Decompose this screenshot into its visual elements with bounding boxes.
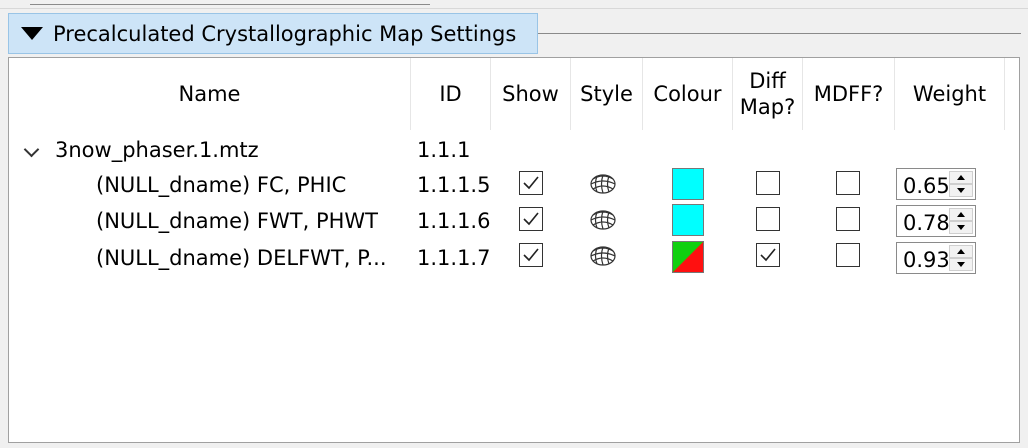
mesh-icon[interactable] <box>588 243 618 269</box>
mdff-checkbox[interactable] <box>836 207 860 231</box>
weight-spinbox[interactable]: 0.930 <box>896 242 976 274</box>
col-header-diff-line2: Map? <box>739 95 796 119</box>
col-header-id-label: ID <box>439 82 462 106</box>
show-checkbox[interactable] <box>519 171 543 195</box>
weight-spinbox[interactable]: 0.780 <box>896 205 976 237</box>
col-header-colour[interactable]: Colour <box>643 58 733 130</box>
parent-file-name[interactable]: 3now_phaser.1.mtz <box>55 138 259 162</box>
diff-map-checkbox[interactable] <box>756 171 780 195</box>
checkmark-icon <box>523 212 539 226</box>
row-name: (NULL_dname) FC, PHIC <box>96 173 347 197</box>
spin-up-icon[interactable] <box>949 245 973 258</box>
colour-swatch[interactable] <box>672 168 704 200</box>
col-header-style-label: Style <box>580 82 633 106</box>
col-header-mdff-label: MDFF? <box>813 82 884 106</box>
spin-up-icon[interactable] <box>949 208 973 221</box>
col-header-mdff[interactable]: MDFF? <box>803 58 895 130</box>
weight-spinbox[interactable]: 0.650 <box>896 168 976 200</box>
col-header-diff-map[interactable]: Diff Map? <box>733 58 803 130</box>
col-header-show-label: Show <box>502 82 559 106</box>
mesh-icon[interactable] <box>588 171 618 197</box>
col-header-id[interactable]: ID <box>411 58 491 130</box>
checkmark-icon <box>523 248 539 262</box>
colour-swatch[interactable] <box>672 204 704 236</box>
col-header-colour-label: Colour <box>653 82 722 106</box>
spin-up-icon[interactable] <box>949 171 973 184</box>
collapse-triangle-icon[interactable] <box>21 27 43 40</box>
top-strip <box>0 0 1028 9</box>
diff-map-checkbox[interactable] <box>756 207 780 231</box>
top-divider <box>30 0 430 5</box>
row-id: 1.1.1.7 <box>417 246 491 270</box>
col-header-name-label: Name <box>178 82 241 106</box>
spin-down-icon[interactable] <box>949 258 973 271</box>
map-settings-group-header[interactable]: Precalculated Crystallographic Map Setti… <box>8 13 538 54</box>
expand-chevron-icon[interactable] <box>23 141 40 158</box>
show-checkbox[interactable] <box>519 243 543 267</box>
checkmark-icon <box>760 248 776 262</box>
col-header-weight-label: Weight <box>912 82 987 106</box>
spin-down-icon[interactable] <box>949 184 973 197</box>
group-title: Precalculated Crystallographic Map Setti… <box>53 21 517 46</box>
parent-id: 1.1.1 <box>417 138 471 162</box>
row-name: (NULL_dname) FWT, PHWT <box>96 209 378 233</box>
row-id: 1.1.1.5 <box>417 173 491 197</box>
show-checkbox[interactable] <box>519 207 543 231</box>
header-rule <box>538 33 1021 34</box>
col-header-name[interactable]: Name <box>9 58 411 130</box>
col-header-diff-line1: Diff <box>749 69 786 93</box>
col-header-weight[interactable]: Weight <box>895 58 1005 130</box>
spin-down-icon[interactable] <box>949 221 973 234</box>
diff-map-checkbox[interactable] <box>756 243 780 267</box>
colour-swatch[interactable] <box>672 241 704 273</box>
col-header-style[interactable]: Style <box>571 58 643 130</box>
mdff-checkbox[interactable] <box>836 171 860 195</box>
col-header-show[interactable]: Show <box>491 58 571 130</box>
mesh-icon[interactable] <box>588 207 618 233</box>
map-settings-table: Name ID Show Style Colour Diff Map? MDFF… <box>8 57 1020 443</box>
row-name: (NULL_dname) DELFWT, P... <box>96 246 387 270</box>
mdff-checkbox[interactable] <box>836 243 860 267</box>
checkmark-icon <box>523 176 539 190</box>
row-id: 1.1.1.6 <box>417 209 491 233</box>
